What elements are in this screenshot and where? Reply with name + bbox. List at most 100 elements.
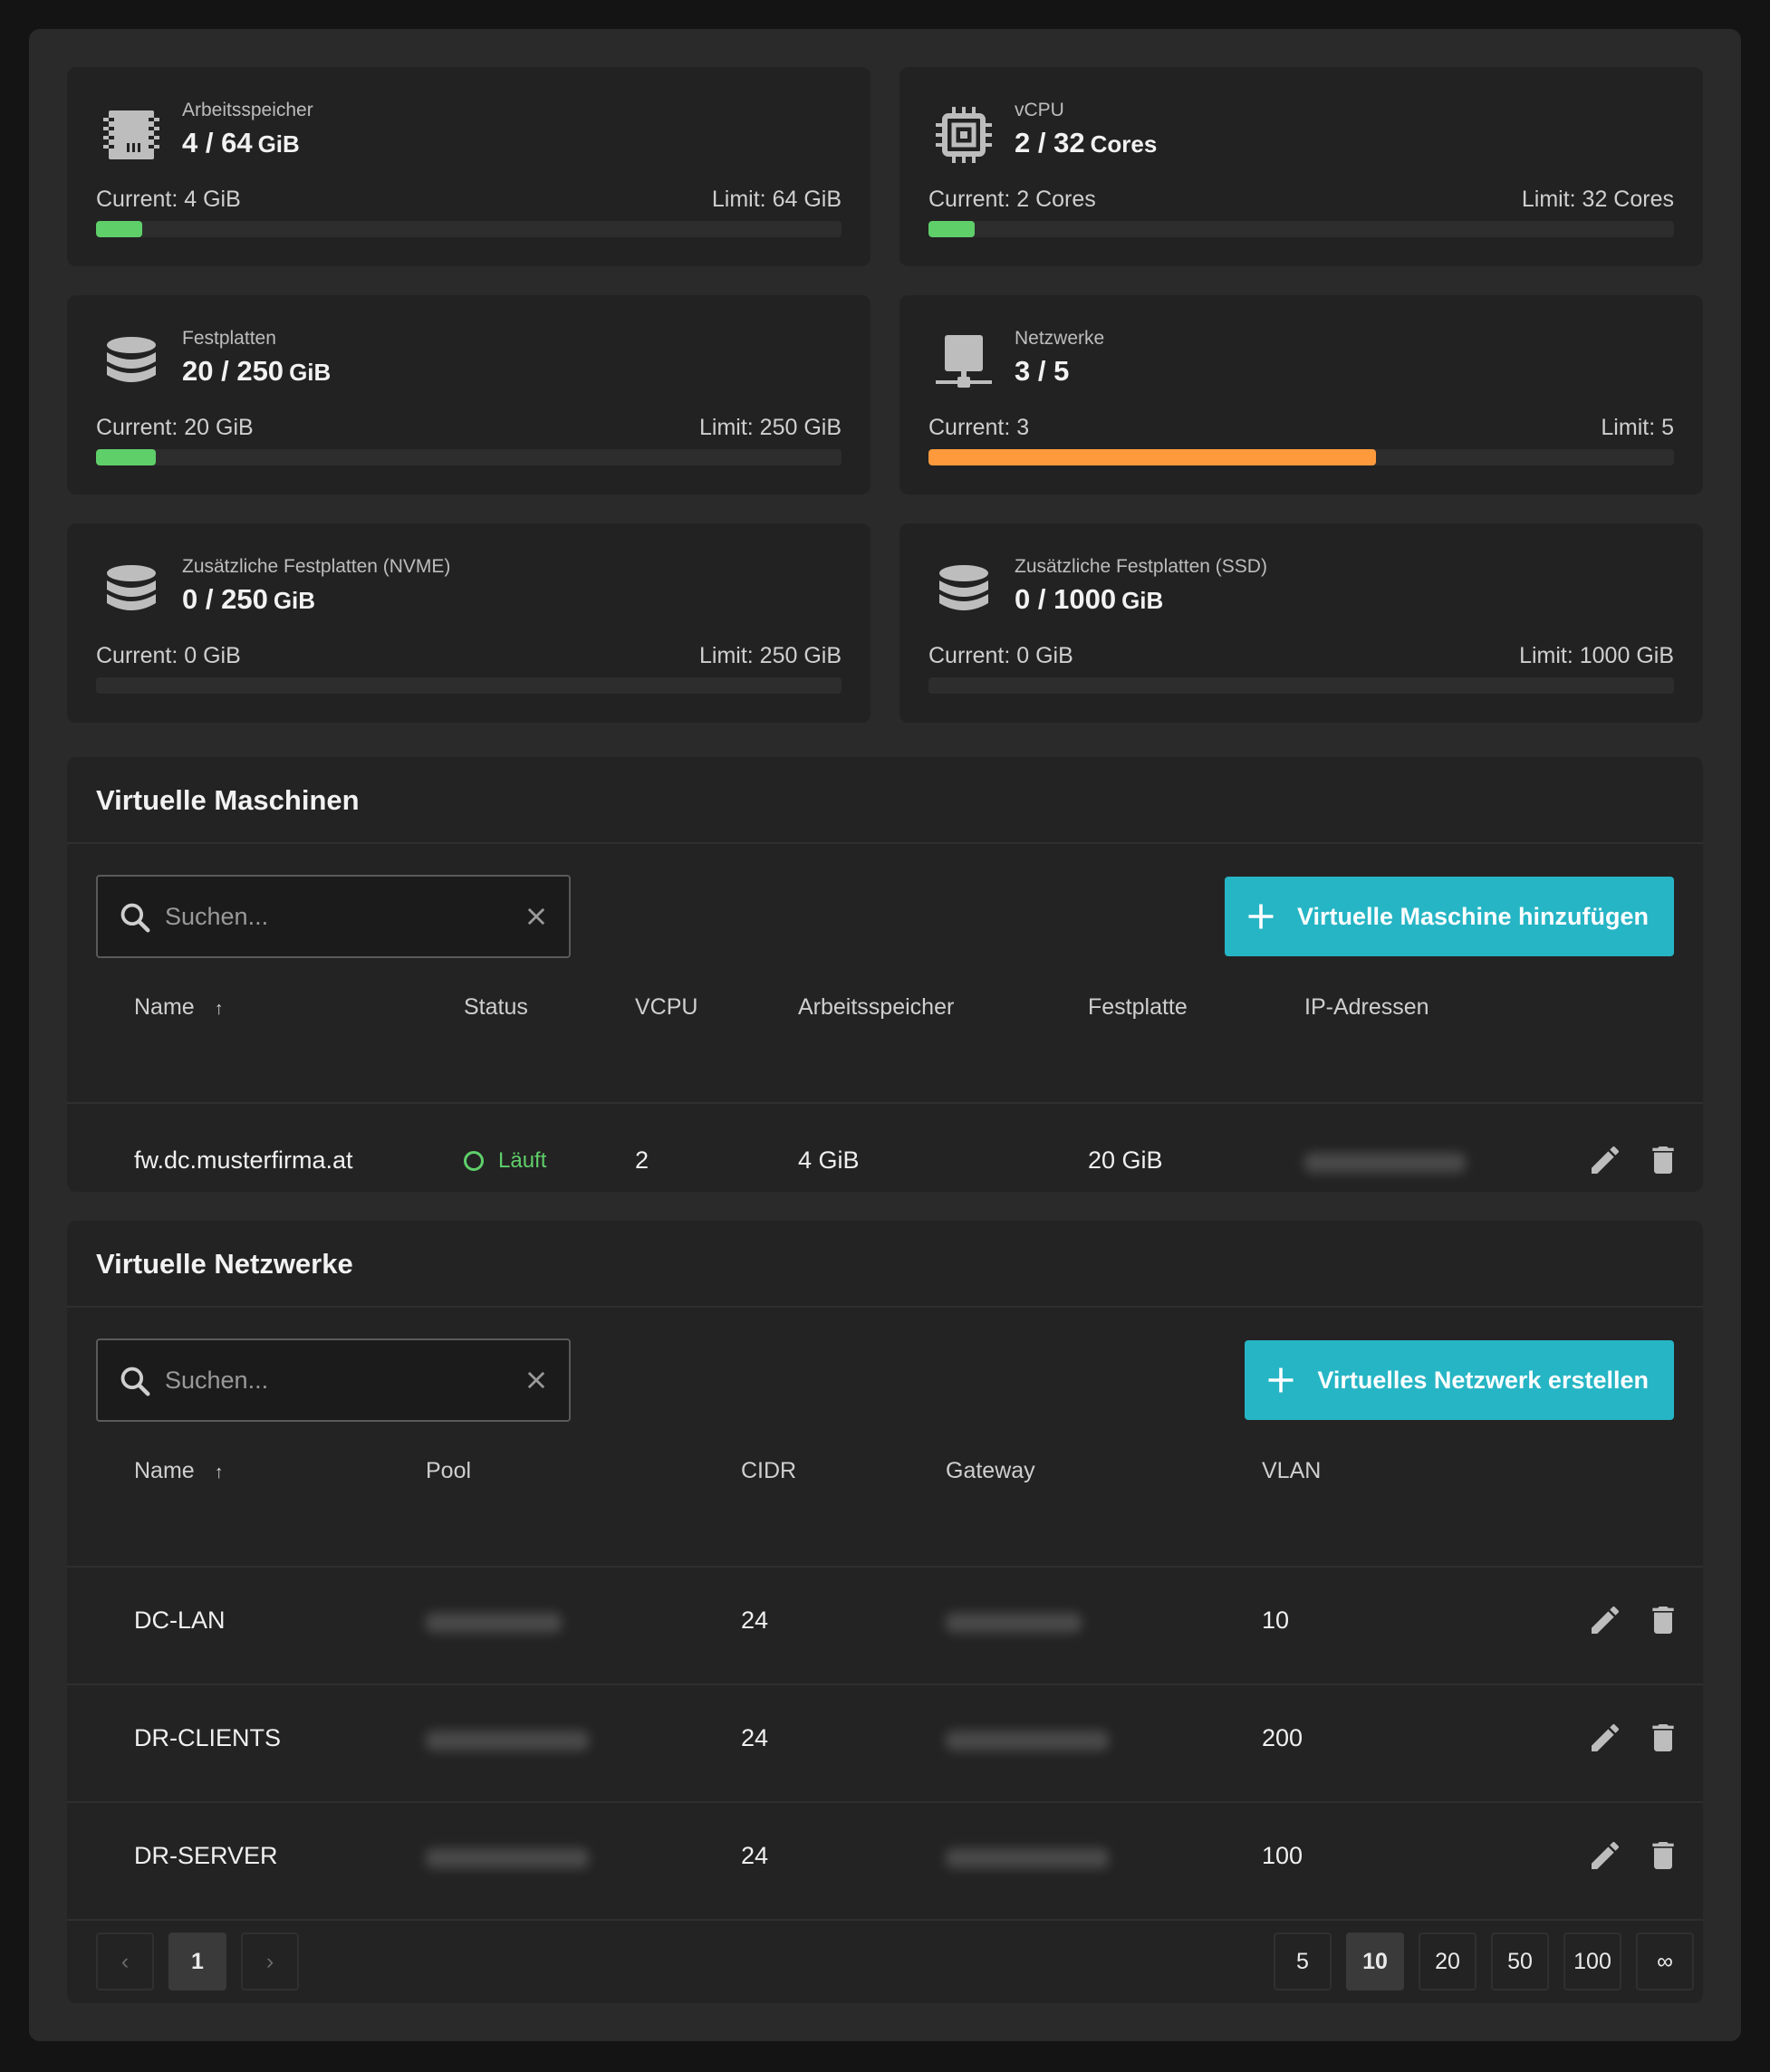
clear-icon[interactable] — [524, 904, 549, 929]
divider — [67, 1566, 1703, 1568]
quota-value: 0 / 250 GiB — [182, 583, 316, 615]
network-search-input[interactable] — [165, 1358, 509, 1402]
quota-current: Current: 4 GiB — [96, 187, 241, 212]
vm-panel: Virtuelle Maschinen Virtuelle Maschine h… — [67, 757, 1703, 1192]
network-icon — [934, 333, 994, 393]
network-cidr: 24 — [741, 1842, 769, 1869]
redacted-gateway — [946, 1731, 1109, 1751]
edit-icon[interactable] — [1587, 1602, 1623, 1638]
quota-limit: Limit: 250 GiB — [698, 643, 842, 668]
quota-progress-fill — [928, 221, 976, 237]
page-size-10[interactable]: 10 — [1346, 1933, 1404, 1990]
column-header-ip[interactable]: IP-Adressen — [1304, 994, 1429, 1021]
column-header-gateway[interactable]: Gateway — [946, 1458, 1035, 1484]
network-search-box — [96, 1338, 571, 1422]
edit-icon[interactable] — [1587, 1142, 1623, 1178]
redacted-pool — [426, 1731, 589, 1751]
status-badge: Läuft — [464, 1148, 546, 1174]
quota-label: vCPU — [1015, 100, 1064, 120]
quota-label: Festplatten — [182, 328, 276, 349]
page-size-100[interactable]: 100 — [1563, 1933, 1621, 1990]
column-header-disk[interactable]: Festplatte — [1088, 994, 1188, 1021]
quota-card-memory: Arbeitsspeicher 4 / 64 GiB Current: 4 GiB… — [67, 67, 871, 266]
network-panel: Virtuelle Netzwerke Virtuelles Netzwerk … — [67, 1221, 1703, 2003]
quota-value: 4 / 64 GiB — [182, 127, 300, 158]
quota-progress-fill — [96, 449, 156, 465]
quota-value: 2 / 32 Cores — [1015, 127, 1158, 158]
delete-icon[interactable] — [1645, 1142, 1681, 1178]
quota-label: Zusätzliche Festplatten (NVME) — [182, 556, 451, 577]
quota-current: Current: 0 GiB — [96, 643, 241, 668]
vm-search-input[interactable] — [165, 895, 509, 938]
edit-icon[interactable] — [1587, 1720, 1623, 1756]
edit-icon[interactable] — [1587, 1837, 1623, 1874]
status-running-icon — [464, 1151, 484, 1171]
network-name: DR-SERVER — [134, 1842, 278, 1869]
quota-grid: Arbeitsspeicher 4 / 64 GiB Current: 4 GiB… — [67, 67, 1703, 723]
delete-icon[interactable] — [1645, 1602, 1681, 1638]
redacted-pool — [426, 1613, 562, 1633]
column-header-status[interactable]: Status — [464, 994, 528, 1021]
main-container: Arbeitsspeicher 4 / 64 GiB Current: 4 GiB… — [29, 29, 1741, 2041]
quota-limit: Limit: 250 GiB — [698, 415, 842, 440]
column-header-cidr[interactable]: CIDR — [741, 1458, 796, 1484]
vm-disk: 20 GiB — [1088, 1146, 1163, 1174]
previous-page-button[interactable]: ‹ — [96, 1933, 154, 1990]
add-vm-button[interactable]: Virtuelle Maschine hinzufügen — [1224, 877, 1674, 956]
network-panel-title: Virtuelle Netzwerke — [96, 1248, 353, 1280]
delete-icon[interactable] — [1645, 1837, 1681, 1874]
page-size-5[interactable]: 5 — [1274, 1933, 1332, 1990]
page-button[interactable]: 1 — [168, 1933, 226, 1990]
quota-current: Current: 2 Cores — [928, 187, 1096, 212]
search-icon — [120, 903, 150, 933]
column-header-memory[interactable]: Arbeitsspeicher — [798, 994, 954, 1021]
quota-card-networks: Netzwerke 3 / 5 Current: 3 Limit: 5 — [899, 295, 1703, 494]
quota-value: 3 / 5 — [1015, 355, 1070, 387]
quota-label: Zusätzliche Festplatten (SSD) — [1015, 556, 1267, 577]
column-header-vlan[interactable]: VLAN — [1262, 1458, 1321, 1484]
quota-value: 20 / 250 GiB — [182, 355, 332, 387]
quota-current: Current: 3 — [928, 415, 1030, 440]
quota-progress-bar — [96, 449, 842, 465]
column-header-name[interactable]: Name ↑ — [134, 994, 224, 1021]
quota-label: Netzwerke — [1015, 328, 1105, 349]
quota-current: Current: 0 GiB — [928, 643, 1073, 668]
vm-vcpu: 2 — [635, 1146, 649, 1174]
column-header-vcpu[interactable]: VCPU — [635, 994, 697, 1021]
redacted-gateway — [946, 1848, 1109, 1868]
page-size-20[interactable]: 20 — [1419, 1933, 1477, 1990]
sort-ascending-icon: ↑ — [214, 999, 224, 1019]
quota-card-vcpu: vCPU 2 / 32 Cores Current: 2 Cores Limit:… — [899, 67, 1703, 266]
cpu-icon — [934, 105, 994, 165]
quota-progress-bar — [96, 677, 842, 694]
delete-icon[interactable] — [1645, 1720, 1681, 1756]
network-vlan: 100 — [1262, 1842, 1303, 1869]
search-icon — [120, 1367, 150, 1396]
plus-icon — [1248, 904, 1274, 929]
divider — [67, 1684, 1703, 1685]
add-network-button[interactable]: Virtuelles Netzwerk erstellen — [1245, 1340, 1674, 1420]
add-vm-label: Virtuelle Maschine hinzufügen — [1296, 902, 1649, 930]
clear-icon[interactable] — [524, 1367, 549, 1393]
page-size-50[interactable]: 50 — [1491, 1933, 1549, 1990]
memory-icon — [101, 105, 161, 165]
network-name: DR-CLIENTS — [134, 1724, 282, 1751]
database-icon — [101, 561, 161, 621]
quota-progress-bar — [96, 221, 842, 237]
quota-card-nvme: Zusätzliche Festplatten (NVME) 0 / 250 Gi… — [67, 523, 871, 723]
column-header-name[interactable]: Name ↑ — [134, 1458, 224, 1484]
add-network-label: Virtuelles Netzwerk erstellen — [1317, 1366, 1649, 1394]
network-cidr: 24 — [741, 1724, 769, 1751]
divider — [67, 1919, 1703, 1921]
redacted-pool — [426, 1848, 589, 1868]
page-size-all[interactable]: ∞ — [1636, 1933, 1694, 1990]
quota-card-ssd: Zusätzliche Festplatten (SSD) 0 / 1000 Gi… — [899, 523, 1703, 723]
sort-ascending-icon: ↑ — [214, 1463, 224, 1482]
redacted-ip — [1304, 1153, 1466, 1173]
quota-value: 0 / 1000 GiB — [1015, 583, 1164, 615]
quota-progress-bar — [928, 677, 1674, 694]
vm-name: fw.dc.musterfirma.at — [134, 1146, 353, 1174]
column-header-pool[interactable]: Pool — [426, 1458, 471, 1484]
quota-progress-fill — [96, 221, 143, 237]
next-page-button[interactable]: › — [241, 1933, 299, 1990]
